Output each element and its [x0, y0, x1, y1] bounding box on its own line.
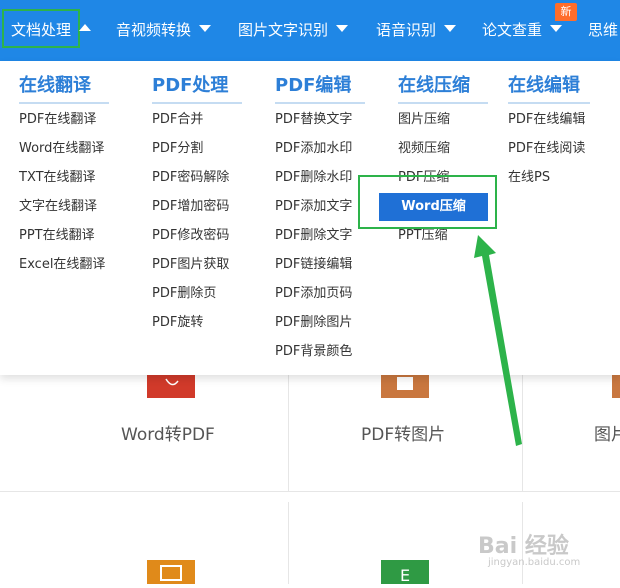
- pdf-icon: [147, 375, 195, 398]
- menu-item[interactable]: PDF删除水印: [275, 169, 352, 187]
- column-title: 在线编辑: [508, 75, 580, 96]
- excel-file-icon[interactable]: E: [381, 560, 429, 585]
- menu-item[interactable]: PDF在线编辑: [508, 111, 585, 129]
- menu-item[interactable]: PDF合并: [152, 111, 203, 129]
- card-label: Word转PDF: [121, 425, 215, 445]
- menu-item[interactable]: PDF旋转: [152, 314, 203, 332]
- menu-item[interactable]: PDF删除文字: [275, 227, 352, 245]
- menu-item[interactable]: PDF密码解除: [152, 169, 229, 187]
- column-divider: [398, 102, 488, 104]
- menu-item[interactable]: PDF增加密码: [152, 198, 229, 216]
- column-divider: [275, 102, 365, 104]
- column-title: PDF处理: [152, 75, 229, 96]
- menu-item[interactable]: 视频压缩: [398, 140, 450, 158]
- menu-item[interactable]: PDF删除页: [152, 285, 216, 303]
- grid-divider: [288, 375, 289, 492]
- column-divider: [19, 102, 109, 104]
- column-title: PDF编辑: [275, 75, 352, 96]
- office-file-icon[interactable]: [147, 560, 195, 584]
- menu-item[interactable]: Word在线翻译: [19, 140, 104, 158]
- document-processing-dropdown: 在线翻译 PDF在线翻译 Word在线翻译 TXT在线翻译 文字在线翻译 PPT…: [0, 61, 620, 375]
- grid-divider: [288, 502, 289, 584]
- menu-item[interactable]: PDF图片获取: [152, 256, 229, 274]
- menu-item[interactable]: PDF在线翻译: [19, 111, 96, 129]
- menu-item[interactable]: PDF删除图片: [275, 314, 352, 332]
- baidu-jingyan-watermark: Bai 经验: [478, 534, 569, 559]
- menu-item[interactable]: PDF背景颜色: [275, 343, 352, 361]
- menu-item[interactable]: PDF修改密码: [152, 227, 229, 245]
- menu-item[interactable]: PDF链接编辑: [275, 256, 352, 274]
- menu-item[interactable]: TXT在线翻译: [19, 169, 96, 187]
- column-title: 在线翻译: [19, 75, 91, 96]
- menu-item[interactable]: 图片压缩: [398, 111, 450, 129]
- column-divider: [152, 102, 242, 104]
- card-label: PDF转图片: [361, 425, 446, 445]
- card-label: 图片: [594, 425, 620, 445]
- column-title: 在线压缩: [398, 75, 470, 96]
- menu-item[interactable]: PPT在线翻译: [19, 227, 95, 245]
- annotation-highlight-box: [358, 175, 497, 229]
- grid-divider: [522, 375, 523, 492]
- menu-item[interactable]: PDF替换文字: [275, 111, 352, 129]
- menu-item[interactable]: PDF添加水印: [275, 140, 352, 158]
- svg-text:E: E: [400, 566, 410, 584]
- menu-item[interactable]: PDF分割: [152, 140, 203, 158]
- image-icon: [612, 375, 620, 398]
- grid-divider: [0, 491, 620, 492]
- menu-item[interactable]: Excel在线翻译: [19, 256, 105, 274]
- menu-item[interactable]: PDF添加文字: [275, 198, 352, 216]
- menu-item[interactable]: PDF在线阅读: [508, 140, 585, 158]
- menu-item[interactable]: 在线PS: [508, 169, 550, 187]
- image-icon: [381, 375, 429, 398]
- menu-item[interactable]: 文字在线翻译: [19, 198, 97, 216]
- watermark-url: jingyan.baidu.com: [488, 557, 581, 568]
- column-divider: [508, 102, 590, 104]
- menu-item[interactable]: PPT压缩: [398, 227, 448, 245]
- menu-item[interactable]: PDF添加页码: [275, 285, 352, 303]
